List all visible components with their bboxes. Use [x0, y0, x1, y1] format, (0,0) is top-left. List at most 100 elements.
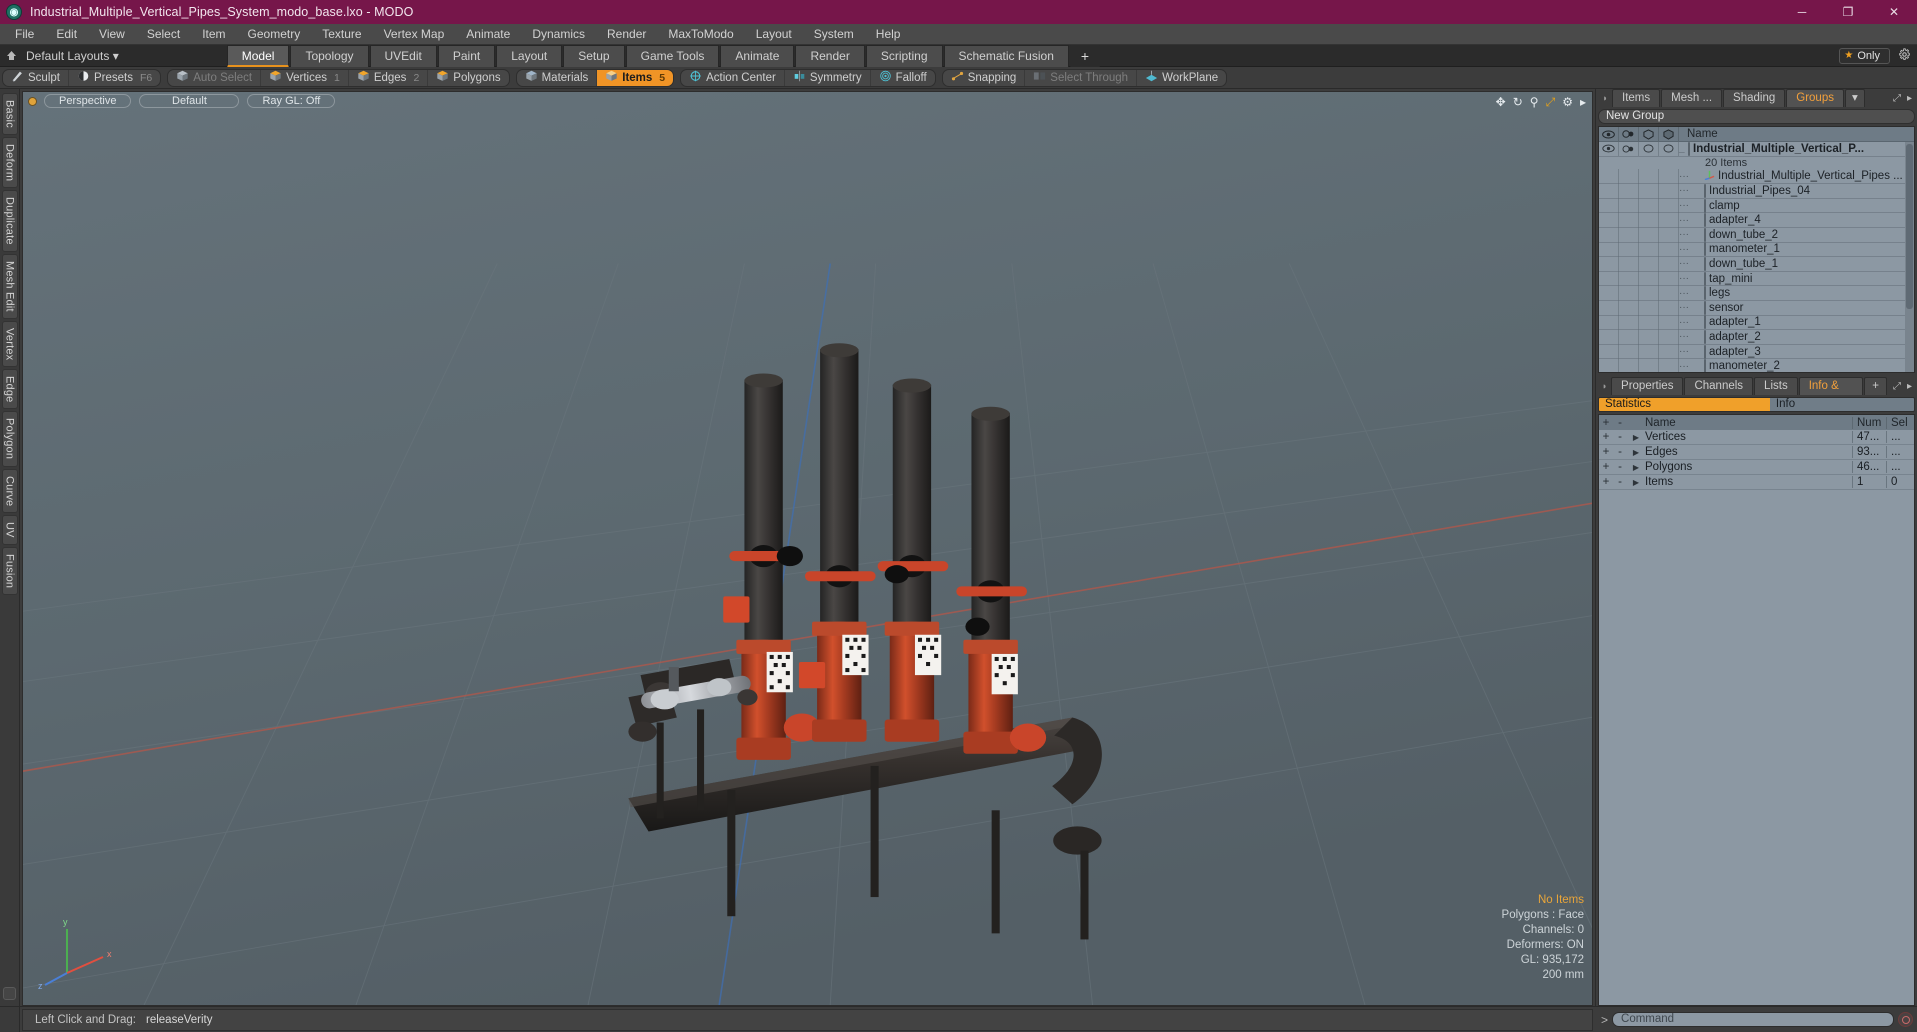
row-render-visibility-icon[interactable]: [1619, 198, 1639, 213]
panel-tab-mesh[interactable]: Mesh ...: [1661, 89, 1723, 107]
row-visibility-eye-icon[interactable]: [1599, 329, 1619, 345]
row-render-visibility-icon[interactable]: [1619, 344, 1639, 359]
toolbar-button-sculpt[interactable]: Sculpt: [3, 69, 69, 86]
tree-row-item[interactable]: ··· manometer_1: [1599, 242, 1914, 258]
only-toggle-button[interactable]: ★ Only: [1839, 47, 1890, 64]
row-visibility-eye-icon[interactable]: [1599, 242, 1619, 257]
left-tab-edge[interactable]: Edge: [1, 368, 18, 410]
row-select-icon[interactable]: [1659, 358, 1679, 372]
expand-panel-icon[interactable]: ⤢: [1893, 381, 1901, 392]
menu-vertex-map[interactable]: Vertex Map: [373, 24, 456, 45]
record-macro-icon[interactable]: [1898, 1012, 1913, 1027]
row-visibility-eye-icon[interactable]: [1599, 358, 1619, 372]
home-icon[interactable]: [0, 45, 22, 67]
row-lock-icon[interactable]: [1639, 242, 1659, 257]
layout-tab-game-tools[interactable]: Game Tools: [625, 44, 720, 67]
toolbar-button-polygons[interactable]: Polygons: [428, 70, 508, 86]
statistics-row[interactable]: + - ▶ Items 1 0: [1599, 475, 1914, 490]
zoom-viewport-icon[interactable]: ⚲: [1530, 96, 1539, 108]
panel-collapse-icon[interactable]: ◗: [1598, 89, 1612, 107]
move-viewport-icon[interactable]: ✥: [1496, 96, 1506, 108]
row-visibility-eye-icon[interactable]: [1599, 183, 1619, 199]
tree-row-item[interactable]: ··· down_tube_2: [1599, 227, 1914, 243]
axis-gizmo[interactable]: y x z: [37, 911, 117, 991]
row-visibility-eye-icon[interactable]: [1599, 212, 1619, 228]
viewport-active-dot[interactable]: [29, 97, 36, 105]
left-tab-uv[interactable]: UV: [1, 514, 18, 545]
left-tab-curve[interactable]: Curve: [1, 468, 18, 513]
tree-row-item[interactable]: ··· adapter_2: [1599, 329, 1914, 345]
tree-scroll-thumb[interactable]: [1906, 144, 1913, 309]
fit-viewport-icon[interactable]: ⤢: [1546, 96, 1556, 108]
left-tab-mesh-edit[interactable]: Mesh Edit: [1, 253, 18, 319]
row-select-icon[interactable]: [1659, 242, 1679, 257]
add-tab-button[interactable]: +: [1864, 377, 1887, 395]
toolbar-button-edges[interactable]: Edges 2: [349, 69, 429, 86]
layout-tab-uvedit[interactable]: UVEdit: [369, 44, 437, 67]
tree-row-item[interactable]: ··· down_tube_1: [1599, 256, 1914, 272]
row-render-visibility-icon[interactable]: [1619, 285, 1639, 301]
group-name-field[interactable]: New Group: [1598, 109, 1915, 124]
row-visibility-eye-icon[interactable]: [1599, 271, 1619, 286]
menu-item[interactable]: Item: [191, 24, 236, 45]
row-visibility-eye-icon[interactable]: [1599, 300, 1619, 316]
row-render-visibility-icon[interactable]: [1619, 227, 1639, 243]
stats-tab-channels[interactable]: Channels: [1684, 377, 1754, 395]
menu-view[interactable]: View: [88, 24, 136, 45]
toolbar-button-falloff[interactable]: Falloff: [871, 70, 935, 86]
menu-render[interactable]: Render: [596, 24, 657, 45]
statistics-row[interactable]: + - ▶ Vertices 47......: [1599, 430, 1914, 445]
statistics-row[interactable]: + - ▶ Polygons 46......: [1599, 460, 1914, 475]
left-tab-deform[interactable]: Deform: [1, 136, 18, 189]
menu-layout[interactable]: Layout: [745, 24, 803, 45]
3d-viewport[interactable]: Perspective Default Ray GL: Off ✥ ↻ ⚲ ⤢ …: [22, 91, 1593, 1006]
row-lock-icon[interactable]: [1639, 183, 1659, 199]
tree-row-item[interactable]: ··· adapter_3: [1599, 344, 1914, 360]
stats-row-remove-button[interactable]: -: [1613, 446, 1627, 458]
row-render-visibility-icon[interactable]: [1619, 329, 1639, 345]
segment-statistics[interactable]: Statistics: [1599, 398, 1770, 411]
menu-geometry[interactable]: Geometry: [237, 24, 312, 45]
layout-tab-setup[interactable]: Setup: [563, 44, 625, 67]
menu-dynamics[interactable]: Dynamics: [521, 24, 596, 45]
stats-remove-all-button[interactable]: -: [1613, 417, 1627, 429]
row-select-icon[interactable]: [1659, 227, 1679, 243]
row-select-icon[interactable]: [1659, 198, 1679, 213]
stats-tab-lists[interactable]: Lists: [1754, 377, 1798, 395]
expand-panel-icon[interactable]: ⤢: [1893, 93, 1901, 104]
panel-more-arrow-icon[interactable]: ▸: [1907, 381, 1912, 392]
panel-more-arrow-icon[interactable]: ▸: [1907, 93, 1912, 104]
row-lock-icon[interactable]: [1639, 169, 1659, 184]
tree-row-group-root[interactable]: _ Industrial_Multiple_Vertical_P...: [1599, 141, 1914, 157]
row-select-icon[interactable]: [1659, 271, 1679, 286]
layout-tab-animate[interactable]: Animate: [720, 44, 795, 67]
row-lock-icon[interactable]: [1639, 141, 1659, 157]
row-select-icon[interactable]: [1659, 256, 1679, 272]
tree-row-item[interactable]: ··· Industrial_Multiple_Vertical_Pipes ..…: [1599, 169, 1914, 185]
row-select-icon[interactable]: [1659, 329, 1679, 345]
panel-tab-items[interactable]: Items: [1612, 89, 1661, 107]
row-lock-icon[interactable]: [1639, 358, 1659, 372]
toolbar-button-vertices[interactable]: Vertices 1: [261, 69, 349, 86]
chevron-down-icon[interactable]: ▾: [1844, 89, 1865, 107]
menu-file[interactable]: File: [4, 24, 45, 45]
row-render-visibility-icon[interactable]: [1619, 212, 1639, 228]
row-render-visibility-icon[interactable]: [1619, 300, 1639, 316]
menu-edit[interactable]: Edit: [45, 24, 88, 45]
close-button[interactable]: ✕: [1871, 0, 1917, 24]
row-lock-icon[interactable]: [1639, 300, 1659, 316]
menu-animate[interactable]: Animate: [455, 24, 521, 45]
left-tab-fusion[interactable]: Fusion: [1, 546, 18, 595]
toolbar-button-auto-select[interactable]: Auto Select: [168, 69, 262, 86]
stats-add-all-button[interactable]: +: [1599, 417, 1613, 429]
maximize-button[interactable]: ❐: [1825, 0, 1871, 24]
viewport-projection-button[interactable]: Perspective: [44, 94, 132, 108]
tree-scrollbar[interactable]: [1905, 142, 1914, 372]
left-tab-polygon[interactable]: Polygon: [1, 411, 18, 467]
row-lock-icon[interactable]: [1639, 271, 1659, 286]
toolbar-button-select-through[interactable]: Select Through: [1025, 69, 1138, 86]
row-lock-icon[interactable]: [1639, 315, 1659, 330]
tree-row-item[interactable]: ··· tap_mini: [1599, 271, 1914, 287]
tree-row-item[interactable]: ··· adapter_4: [1599, 212, 1914, 228]
viewport-options-gear-icon[interactable]: ⚙: [1562, 96, 1573, 108]
